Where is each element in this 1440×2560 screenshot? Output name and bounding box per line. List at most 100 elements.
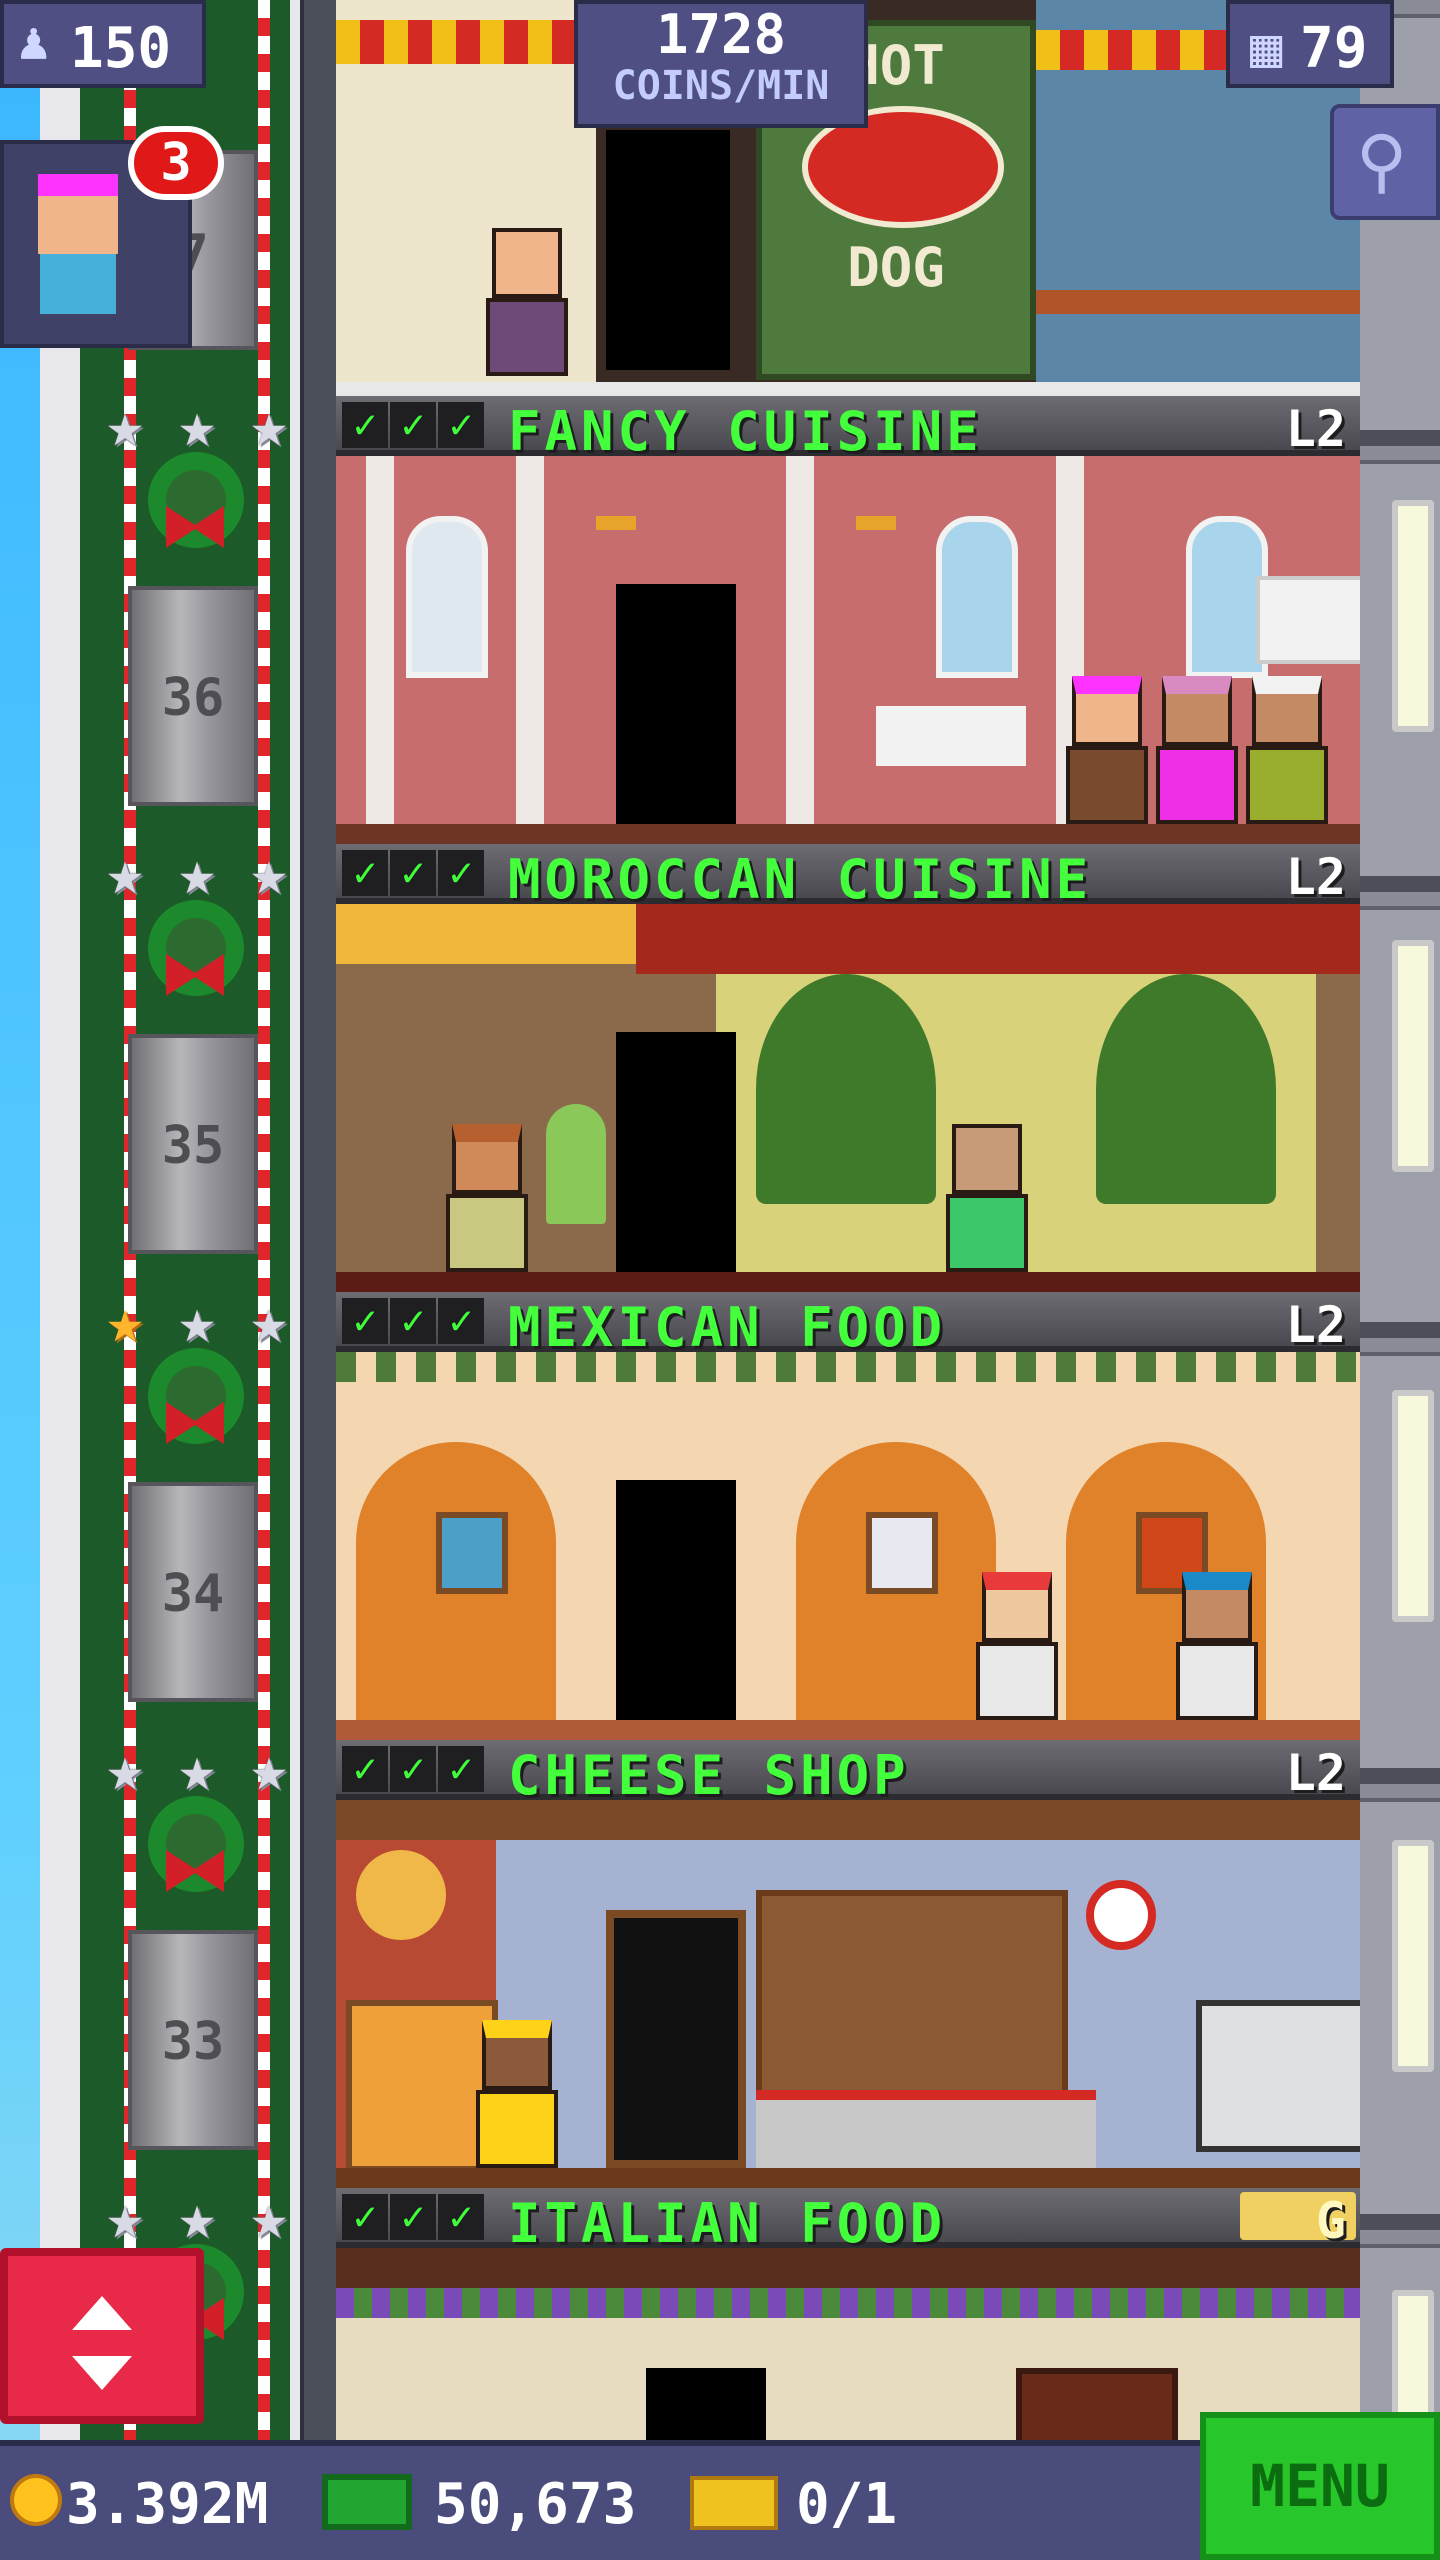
visitor-count-badge: 3	[128, 126, 224, 200]
door	[646, 2368, 766, 2440]
chandelier-icon	[856, 456, 896, 530]
floor-mexican-food[interactable]: ✓ ✓ ✓ MEXICAN FOOD L2	[336, 1292, 1360, 1740]
bitizen-worker[interactable]	[476, 2020, 558, 2168]
coins-per-min-display[interactable]: 1728 COINS/MIN	[574, 0, 868, 128]
no-smoking-icon	[1086, 1880, 1156, 1950]
tickets-value[interactable]: 0/1	[796, 2472, 897, 2537]
chandelier-icon	[596, 456, 636, 530]
shop-counter	[756, 2090, 1096, 2170]
magnify-icon: ⚲	[1356, 120, 1408, 202]
floor-name: MEXICAN FOOD	[508, 1296, 947, 1359]
visitor[interactable]	[946, 1124, 1028, 1272]
check-icon: ✓	[342, 2194, 388, 2240]
rating-star-icon: ★	[178, 836, 216, 909]
rating-star-icon: ★	[250, 1284, 288, 1357]
arrow-up-icon	[72, 2296, 132, 2330]
menu-button[interactable]: MENU	[1200, 2412, 1440, 2560]
visitor-avatar	[38, 174, 118, 254]
population-value: 150	[70, 16, 172, 81]
floorline	[336, 1720, 1360, 1740]
floor-header[interactable]: ✓ ✓ ✓ MEXICAN FOOD L2	[336, 1292, 1360, 1359]
floor-header[interactable]: ✓ ✓ ✓ MOROCCAN CUISINE L2	[336, 844, 1360, 911]
awning	[336, 20, 596, 64]
rating-star-icon: ★	[250, 836, 288, 909]
visitor[interactable]	[446, 1124, 528, 1272]
population-counter[interactable]: ♟ 150	[0, 0, 206, 88]
side-window	[1392, 940, 1434, 1172]
check-icon: ✓	[390, 402, 436, 448]
elevator-floor-number: 33	[161, 2012, 225, 2072]
rating-star-icon: ★	[250, 388, 288, 461]
stock-checkmarks: ✓ ✓ ✓	[342, 1746, 484, 1792]
red-drape	[636, 904, 1360, 974]
rating-star-icon: ★	[178, 388, 216, 461]
visitor[interactable]	[1176, 1572, 1258, 1720]
door	[606, 1910, 746, 2168]
floor-moroccan-cuisine[interactable]: ✓ ✓ ✓ MOROCCAN CUISINE L2	[336, 844, 1360, 1292]
building-icon: ▦	[1250, 16, 1283, 79]
floor-header[interactable]: ✓ ✓ ✓ CHEESE SHOP L2	[336, 1740, 1360, 1807]
elevator-car[interactable]: 36	[128, 586, 258, 806]
floor-cheese-shop[interactable]: ✓ ✓ ✓ CHEESE SHOP L2	[336, 1740, 1360, 2188]
cheese-wheel-icon	[356, 1850, 446, 1940]
floor-level: L2	[1285, 1744, 1346, 1802]
visitor[interactable]	[1066, 676, 1148, 824]
wreath-icon	[148, 1348, 244, 1444]
wreath-icon	[148, 1796, 244, 1892]
menu-board	[1256, 576, 1360, 664]
elevator-scroll-button[interactable]	[0, 2248, 204, 2424]
coins-value[interactable]: 3.392M	[66, 2472, 268, 2537]
palm-plant	[1096, 974, 1276, 1204]
find-bitizen-button[interactable]: ⚲	[1330, 104, 1440, 220]
people-icon: ♟	[18, 12, 50, 72]
floor-level: G	[1315, 2192, 1346, 2250]
floor-header[interactable]: ✓ ✓ ✓ ITALIAN FOOD G	[336, 2188, 1360, 2255]
check-icon: ✓	[342, 1746, 388, 1792]
wall-painting	[436, 1512, 508, 1594]
elevator-floor-number: 34	[161, 1564, 225, 1624]
visitor[interactable]	[486, 228, 568, 376]
floor-level: L2	[1285, 1296, 1346, 1354]
door	[616, 1480, 736, 1720]
check-icon: ✓	[342, 402, 388, 448]
wall-painting	[866, 1512, 938, 1594]
floors-counter[interactable]: ▦ 79	[1226, 0, 1394, 88]
arrow-down-icon	[72, 2356, 132, 2390]
floor-header[interactable]: ✓ ✓ ✓ FANCY CUISINE L2	[336, 396, 1360, 463]
check-icon: ✓	[438, 2194, 484, 2240]
wreath-icon	[148, 452, 244, 548]
bux-value[interactable]: 50,673	[434, 2472, 636, 2537]
candy-cane-pole-right	[258, 0, 270, 2440]
elevator-car[interactable]: 33	[128, 1930, 258, 2150]
floor-fancy-cuisine[interactable]: ✓ ✓ ✓ FANCY CUISINE L2	[336, 396, 1360, 844]
check-icon: ✓	[390, 1298, 436, 1344]
grape-vine-trim	[336, 2288, 1360, 2318]
elevator-car[interactable]: 34	[128, 1482, 258, 1702]
dining-table	[876, 706, 1026, 766]
visitor[interactable]	[976, 1572, 1058, 1720]
floorline	[336, 1272, 1360, 1292]
room-interior	[336, 904, 1360, 1292]
visitor[interactable]	[1246, 676, 1328, 824]
floor-italian-food[interactable]: ✓ ✓ ✓ ITALIAN FOOD G	[336, 2188, 1360, 2440]
door	[616, 584, 736, 824]
rating-star-icon: ★	[106, 2180, 144, 2253]
rating-star-icon: ★	[106, 388, 144, 461]
rating-star-icon: ★	[106, 1284, 144, 1357]
rating-star-icon: ★	[250, 2180, 288, 2253]
rating-star-icon: ★	[178, 2180, 216, 2253]
floorline	[336, 2168, 1360, 2188]
floor-name: FANCY CUISINE	[508, 400, 983, 463]
rating-star-icon: ★	[178, 1732, 216, 1805]
elevator-car[interactable]: 35	[128, 1034, 258, 1254]
stock-checkmarks: ✓ ✓ ✓	[342, 850, 484, 896]
door	[606, 130, 730, 370]
coins-per-min-value: 1728	[655, 3, 787, 66]
visitor[interactable]	[1156, 676, 1238, 824]
floorline	[336, 382, 1360, 396]
floorline	[336, 824, 1360, 844]
check-icon: ✓	[438, 402, 484, 448]
elevator-floor-number: 36	[161, 668, 225, 728]
wreath-icon	[148, 900, 244, 996]
palm-plant	[756, 974, 936, 1204]
